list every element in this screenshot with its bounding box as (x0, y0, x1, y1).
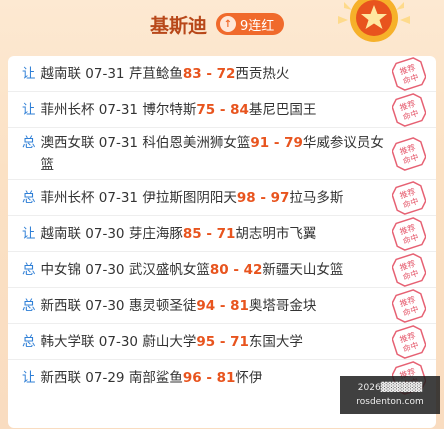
match-score: 80 - 42 (209, 262, 263, 278)
result-row[interactable]: 让越南联 07-31 芹苴鲶鱼83 - 72西贡热火 推荐 命中 (8, 56, 436, 92)
match-text: 澳西女联 07-31 科伯恩美洲狮女篮91 - 79华威参议员女篮 (41, 132, 387, 176)
home-team: 芽庄海豚 (128, 226, 183, 242)
match-date: 07-31 (98, 102, 143, 118)
hit-stamp-icon: 推荐命中 (392, 253, 426, 287)
result-row[interactable]: 总中女锦 07-30 武汉盛帆女篮80 - 42新疆天山女篮 推荐 命中 (8, 252, 436, 288)
match-date: 07-31 (85, 66, 129, 82)
match-score: 95 - 71 (196, 334, 249, 350)
bet-type-label: 让 (22, 66, 36, 82)
hit-stamp-icon: 推荐命中 (392, 137, 426, 171)
match-score: 96 - 81 (182, 370, 236, 386)
bet-type-label: 总 (22, 190, 36, 206)
bet-type-label: 让 (22, 102, 36, 118)
bet-type-label: 让 (22, 370, 36, 386)
away-team: 西贡热火 (235, 66, 290, 82)
match-date: 07-31 (98, 190, 143, 206)
bet-type-label: 总 (22, 135, 36, 151)
home-team: 武汉盛帆女篮 (128, 262, 210, 278)
match-score: 83 - 72 (182, 66, 236, 82)
away-team: 拉马多斯 (289, 190, 344, 206)
hit-stamp-icon: 推荐命中 (392, 217, 426, 251)
match-text: 菲州长杯 07-31 博尔特斯75 - 84基尼巴国王 (41, 99, 387, 121)
league-name: 新西联 (40, 298, 86, 314)
match-date: 07-30 (98, 334, 143, 350)
bet-type-label: 让 (22, 226, 36, 242)
match-score: 94 - 81 (196, 298, 249, 314)
home-team: 科伯恩美洲狮女篮 (142, 135, 251, 151)
league-name: 韩大学联 (40, 334, 99, 350)
match-text: 新西联 07-29 南部鲨鱼96 - 81怀伊 (41, 367, 387, 389)
watermark-line1: 2026▓▓▓▓▓▓ (357, 383, 423, 393)
streak-label: 9连红 (240, 18, 275, 34)
away-team: 东国大学 (248, 334, 303, 350)
match-score: 98 - 97 (236, 190, 290, 206)
match-text: 中女锦 07-30 武汉盛帆女篮80 - 42新疆天山女篮 (41, 259, 387, 281)
match-date: 07-29 (85, 370, 129, 386)
match-score: 91 - 79 (250, 135, 303, 151)
home-team: 芹苴鲶鱼 (128, 66, 183, 82)
match-text: 越南联 07-31 芹苴鲶鱼83 - 72西贡热火 (41, 63, 387, 85)
hit-stamp-icon: 推荐命中 (392, 93, 426, 127)
hit-stamp-icon: 推荐命中 (392, 181, 426, 215)
away-team: 胡志明市飞翼 (235, 226, 317, 242)
up-arrow-circle-icon: ↑ (220, 16, 236, 32)
match-score: 85 - 71 (182, 226, 236, 242)
expert-name: 基斯迪 (150, 15, 208, 37)
home-team: 伊拉斯图阴阳天 (142, 190, 237, 206)
home-team: 惠灵顿圣徒 (128, 298, 197, 314)
league-name: 新西联 (40, 370, 86, 386)
match-score: 75 - 84 (196, 102, 249, 118)
watermark: 2026▓▓▓▓▓▓ rosdenton.com (340, 376, 440, 414)
match-date: 07-30 (85, 226, 129, 242)
star-medal-icon (338, 0, 410, 42)
league-name: 中女锦 (40, 262, 86, 278)
home-team: 蔚山大学 (142, 334, 197, 350)
match-text: 越南联 07-30 芽庄海豚85 - 71胡志明市飞翼 (41, 223, 387, 245)
hit-stamp-icon: 推荐命中 (392, 325, 426, 359)
away-team: 怀伊 (235, 370, 263, 386)
bet-type-label: 总 (22, 262, 36, 278)
result-row[interactable]: 总韩大学联 07-30 蔚山大学95 - 71东国大学 推荐 命中 (8, 324, 436, 360)
league-name: 菲州长杯 (40, 102, 99, 118)
league-name: 菲州长杯 (40, 190, 99, 206)
result-row[interactable]: 让菲州长杯 07-31 博尔特斯75 - 84基尼巴国王 推荐 命中 (8, 92, 436, 128)
match-date: 07-31 (98, 135, 143, 151)
result-row[interactable]: 让越南联 07-30 芽庄海豚85 - 71胡志明市飞翼 推荐 命中 (8, 216, 436, 252)
away-team: 新疆天山女篮 (262, 262, 344, 278)
header: 基斯迪 ↑ 9连红 (0, 0, 444, 54)
watermark-line2: rosdenton.com (356, 397, 424, 407)
hit-stamp-icon: 推荐命中 (392, 57, 426, 91)
match-text: 新西联 07-30 惠灵顿圣徒94 - 81奥塔哥金块 (41, 295, 387, 317)
match-text: 菲州长杯 07-31 伊拉斯图阴阳天98 - 97拉马多斯 (41, 187, 387, 209)
away-team: 奥塔哥金块 (248, 298, 317, 314)
result-row[interactable]: 总菲州长杯 07-31 伊拉斯图阴阳天98 - 97拉马多斯 推荐 命中 (8, 180, 436, 216)
bet-type-label: 总 (22, 298, 36, 314)
home-team: 博尔特斯 (142, 102, 197, 118)
result-row[interactable]: 总澳西女联 07-31 科伯恩美洲狮女篮91 - 79华威参议员女篮 推荐 命中 (8, 128, 436, 180)
match-date: 07-30 (85, 298, 129, 314)
league-name: 越南联 (40, 226, 86, 242)
home-team: 南部鲨鱼 (128, 370, 183, 386)
league-name: 越南联 (40, 66, 86, 82)
away-team: 基尼巴国王 (248, 102, 317, 118)
streak-badge: ↑ 9连红 (216, 13, 285, 35)
match-date: 07-30 (85, 262, 129, 278)
prediction-list: 让越南联 07-31 芹苴鲶鱼83 - 72西贡热火 推荐 命中让菲州长杯 07-3… (8, 56, 436, 428)
hit-stamp-icon: 推荐命中 (392, 289, 426, 323)
bet-type-label: 总 (22, 334, 36, 350)
result-row[interactable]: 总新西联 07-30 惠灵顿圣徒94 - 81奥塔哥金块 推荐 命中 (8, 288, 436, 324)
league-name: 澳西女联 (40, 135, 99, 151)
match-text: 韩大学联 07-30 蔚山大学95 - 71东国大学 (41, 331, 387, 353)
